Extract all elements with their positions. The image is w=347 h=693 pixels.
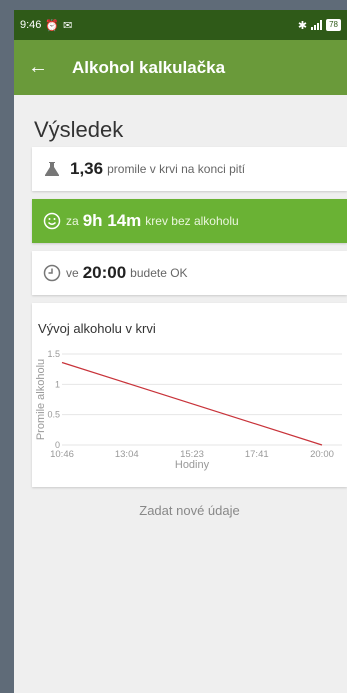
x-tick-label: 17:41 — [245, 449, 269, 460]
clock-text: budete OK — [130, 266, 188, 280]
status-bar: 9:46 ⏰ ✉ ✱ 78 — [14, 10, 347, 40]
status-time: 9:46 — [20, 19, 42, 31]
result-card-clock: ve 20:00 budete OK — [32, 251, 347, 295]
y-tick-label: 1 — [55, 379, 60, 389]
smile-icon — [42, 211, 62, 231]
result-title: Výsledek — [34, 117, 124, 142]
series-line — [61, 361, 323, 446]
x-tick-label: 13:04 — [115, 449, 139, 460]
bluetooth-icon: ✱ — [297, 19, 308, 32]
y-tick-label: 0.5 — [47, 410, 60, 420]
time-prefix: za — [66, 214, 79, 228]
flask-icon — [42, 159, 62, 179]
x-tick-label: 20:00 — [310, 449, 334, 460]
alarm-icon: ⏰ — [45, 19, 60, 32]
phone-screen: 9:46 ⏰ ✉ ✱ 78 ← Alkohol kalkulačka Výsle… — [14, 10, 347, 693]
promile-text: promile v krvi na konci pití — [107, 162, 246, 176]
y-axis-label: Promile alkoholu — [35, 359, 47, 440]
chart-title: Vývoj alkoholu v krvi — [38, 321, 156, 336]
clock-value: 20:00 — [82, 263, 127, 282]
clock-prefix: ve — [66, 266, 79, 280]
x-tick-label: 10:46 — [50, 449, 74, 460]
app-bar: ← Alkohol kalkulačka — [14, 40, 347, 95]
result-card-time: za 9h 14m krev bez alkoholu — [32, 199, 347, 243]
time-text: krev bez alkoholu — [145, 214, 239, 228]
time-value: 9h 14m — [82, 211, 142, 230]
y-tick-label: 1.5 — [47, 349, 60, 359]
clock-icon — [42, 263, 62, 283]
chart-card: Vývoj alkoholu v krvi 0 0.5 1 1.5 10:46 13:04… — [32, 303, 347, 487]
content: Výsledek 1,36 promile v krvi na konci pi… — [14, 95, 347, 518]
result-card-promile: 1,36 promile v krvi na konci pití — [32, 147, 347, 191]
battery-indicator: 78 — [326, 19, 341, 31]
app-title: Alkohol kalkulačka — [72, 57, 226, 77]
x-axis-label: Hodiny — [175, 459, 210, 471]
back-arrow-icon[interactable]: ← — [28, 56, 60, 79]
mail-icon: ✉ — [63, 19, 73, 32]
new-data-link[interactable]: Zadat nové údaje — [32, 503, 347, 518]
promile-value: 1,36 — [70, 159, 104, 178]
signal-icon — [311, 20, 323, 30]
